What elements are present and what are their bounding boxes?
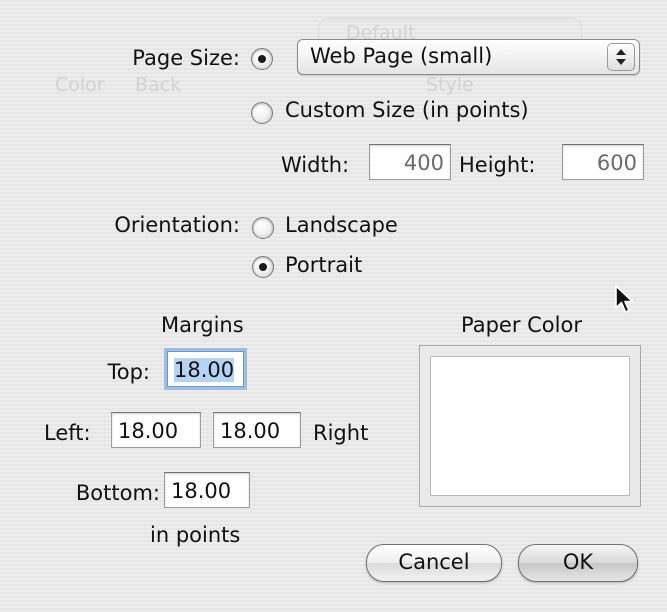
landscape-label[interactable]: Landscape [285, 213, 398, 237]
landscape-radio[interactable] [252, 217, 274, 239]
ok-button[interactable]: OK [518, 544, 638, 582]
cancel-button[interactable]: Cancel [366, 544, 502, 582]
page-size-label: Page Size: [132, 46, 240, 70]
portrait-label[interactable]: Portrait [285, 253, 362, 277]
orientation-label: Orientation: [114, 213, 240, 237]
height-label: Height: [459, 153, 536, 177]
margin-bottom-field[interactable]: 18.00 [164, 472, 250, 508]
paper-color-well[interactable] [419, 345, 641, 507]
custom-size-radio[interactable] [251, 102, 273, 124]
margin-top-label: Top: [107, 360, 150, 384]
chevron-up-down-icon [607, 43, 635, 71]
page-size-popup-value: Web Page (small) [310, 44, 493, 68]
margin-top-field[interactable]: 18.00 [167, 351, 244, 387]
margin-right-field[interactable]: 18.00 [213, 412, 301, 448]
margins-units-note: in points [150, 523, 241, 547]
page-size-preset-radio[interactable] [251, 48, 273, 70]
margin-left-label: Left: [44, 421, 91, 445]
custom-size-label[interactable]: Custom Size (in points) [285, 98, 529, 122]
width-field[interactable]: 400 [369, 144, 451, 180]
margins-title: Margins [161, 313, 244, 337]
margin-right-label: Right [313, 421, 369, 445]
page-size-popup[interactable]: Web Page (small) [297, 39, 640, 75]
portrait-radio[interactable] [252, 256, 274, 278]
margin-bottom-label: Bottom: [75, 481, 160, 505]
margin-top-value: 18.00 [174, 358, 235, 382]
ghost-toolbar-item: Back [135, 74, 182, 96]
ghost-toolbar-item: Style [426, 74, 474, 96]
width-label: Width: [281, 153, 350, 177]
margin-left-field[interactable]: 18.00 [111, 412, 201, 448]
mouse-pointer-icon [614, 284, 636, 320]
ghost-toolbar-item: Color [55, 74, 105, 96]
height-field[interactable]: 600 [562, 144, 644, 180]
paper-color-swatch [430, 356, 630, 496]
paper-color-title: Paper Color [461, 313, 582, 337]
